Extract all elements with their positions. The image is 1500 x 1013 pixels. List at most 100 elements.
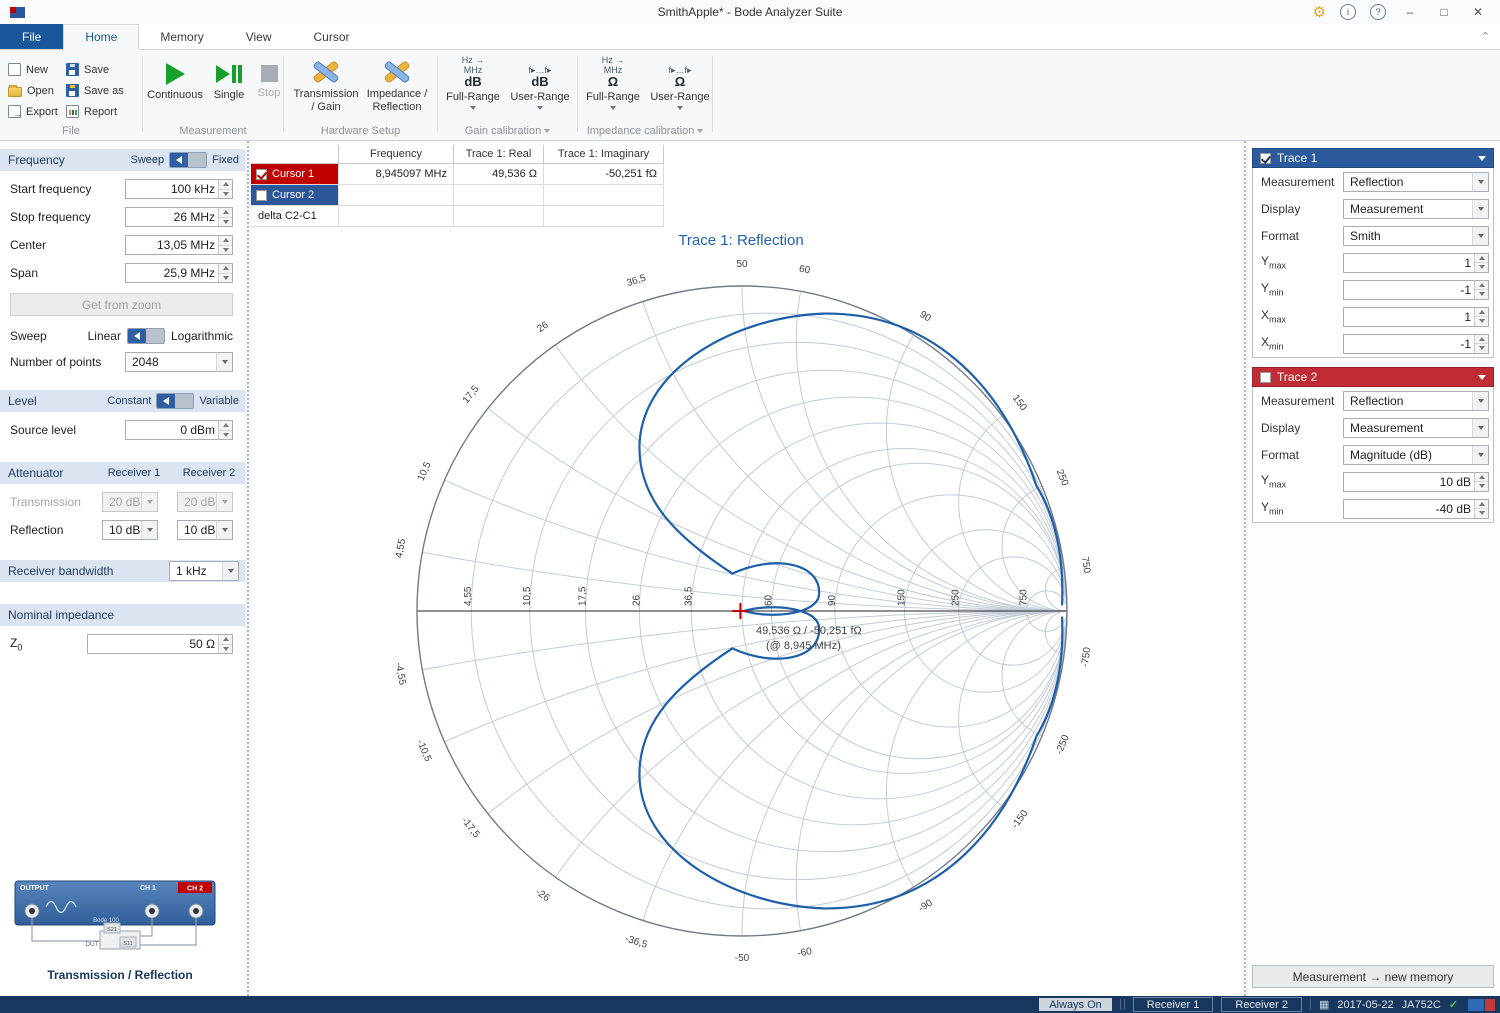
spinner-down[interactable] [1475,481,1488,491]
measurement-to-memory-button[interactable]: Measurement → new memory [1252,965,1494,988]
dropdown-caret-icon[interactable] [610,106,616,110]
tab-memory[interactable]: Memory [139,24,224,49]
open-button[interactable]: Open [8,80,66,101]
receiver2-button[interactable]: Receiver 2 [1221,997,1302,1012]
stop-button[interactable]: Stop [253,58,285,99]
reflection-attenuator-2-dropdown[interactable]: 10 dB [177,520,233,540]
dropdown-caret-icon[interactable] [1472,173,1488,191]
always-on-button[interactable]: Always On [1039,998,1112,1011]
impedance-full-range-button[interactable]: Hz → MHz Ω Full-Range [581,56,645,110]
dropdown-caret-icon[interactable] [1472,446,1488,464]
center-frequency-input[interactable]: 13,05 MHz [125,235,233,255]
spinner-down[interactable] [219,189,232,199]
gain-user-range-button[interactable]: f▸…f▸ dB User-Range [508,56,572,110]
spinner-down[interactable] [219,644,232,654]
spinner-down[interactable] [1475,262,1488,272]
impedance-user-range-button[interactable]: f▸…f▸ Ω User-Range [648,56,712,110]
trace1-xmax-input[interactable]: 1 [1343,307,1489,327]
spinner-up[interactable] [219,208,232,217]
dropdown-caret-icon[interactable] [1472,392,1488,410]
impedance-reflection-button[interactable]: Impedance / Reflection [362,56,432,114]
dropdown-caret-icon[interactable] [470,106,476,110]
chevron-down-icon[interactable] [1478,375,1486,380]
dropdown-caret-icon[interactable] [222,562,238,580]
help-icon[interactable]: ? [1370,4,1386,20]
reflection-attenuator-1-dropdown[interactable]: 10 dB [102,520,158,540]
spinner-down[interactable] [1475,508,1488,518]
spinner-down[interactable] [219,430,232,440]
spinner-up[interactable] [1475,335,1488,344]
spinner-up[interactable] [219,421,232,430]
dropdown-caret-icon[interactable] [537,106,543,110]
trace1-format-dropdown[interactable]: Smith [1343,226,1489,246]
trace1-ymax-input[interactable]: 1 [1343,253,1489,273]
stop-frequency-input[interactable]: 26 MHz [125,207,233,227]
spinner-up[interactable] [1475,500,1488,509]
info-icon[interactable]: i [1340,4,1356,20]
spinner-down[interactable] [219,273,232,283]
spinner-up[interactable] [219,236,232,245]
group-caret-icon[interactable] [697,129,703,133]
spinner-down[interactable] [219,217,232,227]
source-level-input[interactable]: 0 dBm [125,420,233,440]
single-button[interactable]: Single [207,58,251,101]
trace2-format-dropdown[interactable]: Magnitude (dB) [1343,445,1489,465]
tab-file[interactable]: File [0,24,63,49]
trace1-display-dropdown[interactable]: Measurement [1343,199,1489,219]
spinner-up[interactable] [219,635,232,644]
trace2-display-dropdown[interactable]: Measurement [1343,418,1489,438]
trace2-checkbox[interactable] [1260,372,1271,383]
maximize-button[interactable]: □ [1434,5,1454,19]
settings-gear-icon[interactable]: ⚙ [1313,5,1326,20]
span-input[interactable]: 25,9 MHz [125,263,233,283]
spinner-down[interactable] [1475,343,1488,353]
tab-home[interactable]: Home [63,24,139,50]
constant-variable-toggle[interactable] [156,393,194,409]
trace1-ymin-input[interactable]: -1 [1343,280,1489,300]
dropdown-caret-icon[interactable] [1472,419,1488,437]
trace2-measurement-dropdown[interactable]: Reflection [1343,391,1489,411]
points-dropdown[interactable]: 2048 [125,352,233,372]
start-frequency-input[interactable]: 100 kHz [125,179,233,199]
spinner-down[interactable] [219,245,232,255]
trace2-ymax-input[interactable]: 10 dB [1343,472,1489,492]
receiver-bandwidth-dropdown[interactable]: 1 kHz [169,561,239,581]
new-button[interactable]: New [8,59,66,80]
spinner-up[interactable] [219,180,232,189]
trace2-ymin-input[interactable]: -40 dB [1343,499,1489,519]
trace1-xmin-input[interactable]: -1 [1343,334,1489,354]
smith-chart[interactable]: 4,55-4,554,5510,5-10,510,517,5-17,517,52… [251,141,1242,996]
group-caret-icon[interactable] [544,129,550,133]
close-button[interactable]: ✕ [1468,5,1488,19]
tab-cursor[interactable]: Cursor [293,24,371,49]
minimize-button[interactable]: – [1400,5,1420,19]
spinner-down[interactable] [1475,316,1488,326]
save-as-button[interactable]: Save as [66,80,132,101]
transmission-gain-button[interactable]: Transmission / Gain [292,56,360,114]
export-button[interactable]: Export [8,101,66,122]
report-button[interactable]: Report [66,101,132,122]
z0-input[interactable]: 50 Ω [87,634,233,654]
spinner-up[interactable] [219,264,232,273]
dropdown-caret-icon[interactable] [677,106,683,110]
receiver1-button[interactable]: Receiver 1 [1133,997,1214,1012]
chevron-down-icon[interactable] [1478,156,1486,161]
trace1-measurement-dropdown[interactable]: Reflection [1343,172,1489,192]
gain-full-range-button[interactable]: Hz → MHz dB Full-Range [441,56,505,110]
dropdown-caret-icon[interactable] [1472,200,1488,218]
trace1-checkbox[interactable] [1260,153,1271,164]
continuous-button[interactable]: Continuous [145,58,205,101]
get-from-zoom-button[interactable]: Get from zoom [10,293,233,316]
tab-view[interactable]: View [225,24,293,49]
collapse-ribbon-icon[interactable]: ⌃ [1481,30,1490,43]
sweep-fixed-toggle[interactable] [169,152,207,168]
spinner-up[interactable] [1475,308,1488,317]
linear-log-toggle[interactable] [127,328,165,344]
dropdown-caret-icon[interactable] [216,521,232,539]
dropdown-caret-icon[interactable] [1472,227,1488,245]
spinner-up[interactable] [1475,254,1488,263]
dropdown-caret-icon[interactable] [141,521,157,539]
trace2-header[interactable]: Trace 2 [1252,367,1494,387]
save-button[interactable]: Save [66,59,132,80]
trace1-header[interactable]: Trace 1 [1252,148,1494,168]
